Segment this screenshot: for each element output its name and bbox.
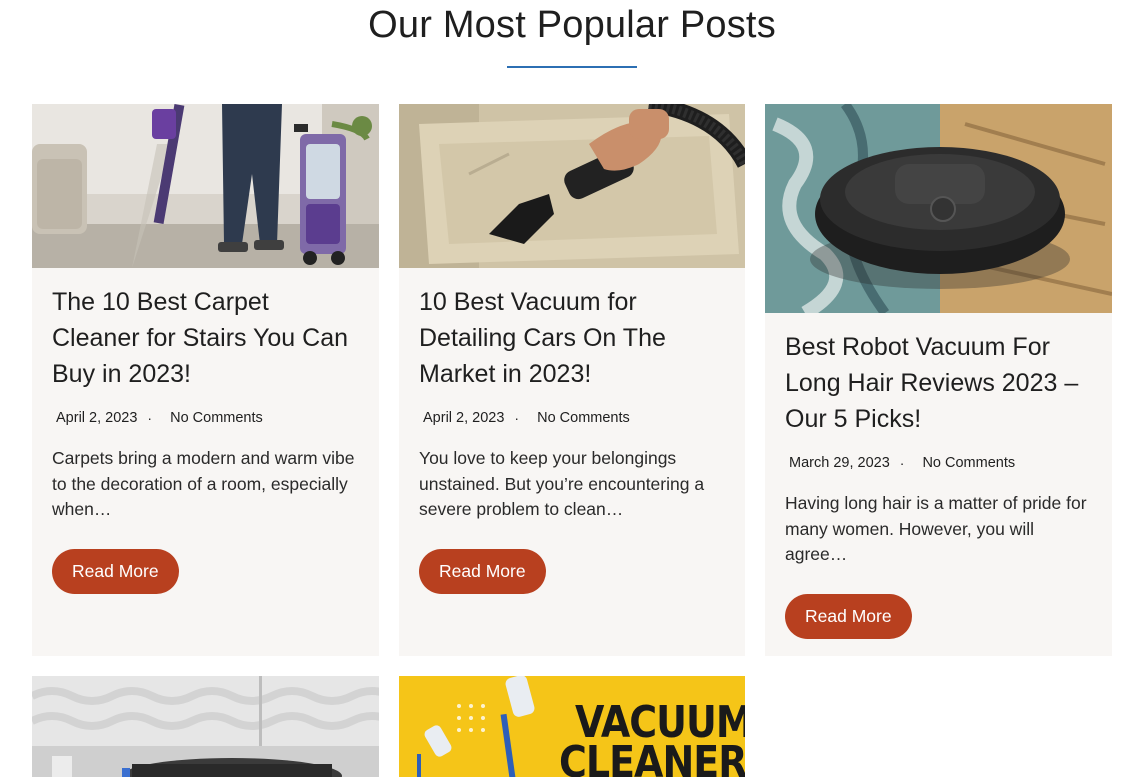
post-meta: April 2, 2023 · No Comments — [52, 410, 359, 426]
post-card — [32, 676, 379, 777]
graphic-text-cleaner: CLEANER — [559, 736, 745, 777]
read-more-button[interactable]: Read More — [419, 548, 546, 594]
meta-separator: · — [899, 455, 905, 471]
post-meta: March 29, 2023 · No Comments — [785, 455, 1092, 471]
section-title: Our Most Popular Posts — [368, 4, 776, 46]
post-image-vacuum-cleaner-graphic[interactable]: VACUUM CLEANER — [399, 676, 745, 777]
post-title-link[interactable]: The 10 Best Carpet Cleaner for Stairs Yo… — [52, 284, 359, 392]
post-excerpt: Having long hair is a matter of pride fo… — [785, 493, 1087, 564]
title-underline — [507, 66, 637, 68]
post-card: Best Robot Vacuum For Long Hair Reviews … — [765, 104, 1112, 656]
post-excerpt: Carpets bring a modern and warm vibe to … — [52, 448, 355, 519]
post-comments-link[interactable]: No Comments — [170, 410, 263, 426]
post-title-link[interactable]: Best Robot Vacuum For Long Hair Reviews … — [785, 329, 1092, 437]
post-meta: April 2, 2023 · No Comments — [419, 410, 725, 426]
post-image-carpet-cleaner[interactable] — [32, 104, 379, 268]
read-more-button[interactable]: Read More — [785, 593, 912, 639]
meta-separator: · — [514, 410, 520, 426]
meta-separator: · — [147, 410, 153, 426]
post-date: April 2, 2023 — [423, 410, 505, 426]
post-card: VACUUM CLEANER — [399, 676, 745, 777]
post-image-robot-base[interactable] — [32, 676, 379, 777]
post-comments-link[interactable]: No Comments — [537, 410, 630, 426]
read-more-button[interactable]: Read More — [52, 548, 179, 594]
post-title-link[interactable]: 10 Best Vacuum for Detailing Cars On The… — [419, 284, 725, 392]
post-date: March 29, 2023 — [789, 455, 890, 471]
post-excerpt: You love to keep your belongings unstain… — [419, 448, 705, 519]
post-card: The 10 Best Carpet Cleaner for Stairs Yo… — [32, 104, 379, 656]
post-image-robot-vacuum[interactable] — [765, 104, 1112, 313]
post-image-car-vacuum[interactable] — [399, 104, 745, 268]
post-date: April 2, 2023 — [56, 410, 138, 426]
post-comments-link[interactable]: No Comments — [922, 455, 1015, 471]
post-card: 10 Best Vacuum for Detailing Cars On The… — [399, 104, 745, 656]
